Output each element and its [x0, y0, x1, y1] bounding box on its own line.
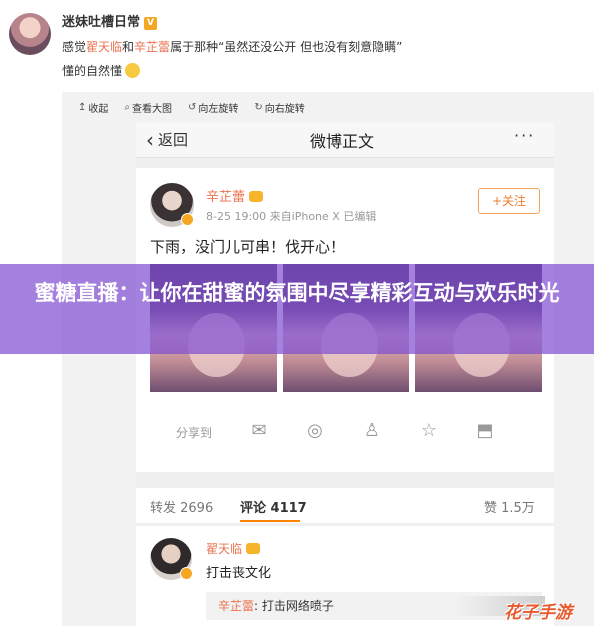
post-text-line2-text: 懂的自然懂 [62, 64, 123, 78]
user-avatar[interactable] [9, 13, 51, 55]
moments-icon[interactable]: ◎ [304, 420, 326, 442]
qq-icon[interactable]: ♙ [361, 420, 383, 442]
more-icon[interactable]: ··· [514, 126, 535, 145]
banner-headline: 蜜糖直播：让你在甜蜜的氛围中尽享精彩互动与欢乐时光 [34, 281, 560, 305]
reply-text: 辛芷蕾: 打击网络喷子 [218, 597, 334, 614]
verified-icon [181, 213, 194, 226]
post-text-suffix: 属于那种“虽然还没公开 但也没有刻意隐瞒” [170, 40, 403, 54]
author-name[interactable]: 辛芷蕾 [206, 186, 264, 205]
page-title: 微博正文 [310, 132, 375, 151]
weibo-post: 迷妹吐槽日常 V 感觉翟天临和辛芷蕾属于那种“虽然还没公开 但也没有刻意隐瞒” 懂… [0, 0, 594, 92]
viewer-toolbar: ↥ 收起 ⌕ 查看大图 ↺ 向左旋转 ↻ 向右旋转 [78, 98, 305, 116]
site-watermark: 花子手游 [504, 603, 572, 623]
comment-text: 打击丧文化 [206, 566, 272, 581]
vip-crown-icon [246, 543, 261, 554]
back-label: 返回 [158, 131, 189, 149]
share-label: 分享到 [176, 426, 213, 440]
tab-like[interactable]: 赞 1.5万 [484, 497, 535, 516]
mention-link-2[interactable]: 辛芷蕾 [134, 40, 170, 54]
rotate-left-button[interactable]: ↺ 向左旋转 [188, 98, 238, 116]
magnifier-icon: ⌕ [124, 101, 130, 113]
collapse-icon: ↥ [78, 101, 87, 113]
post-text: 下雨，没门儿可串！伐开心！ [150, 238, 346, 256]
username[interactable]: 迷妹吐槽日常 V [62, 11, 158, 30]
post-text-line1: 感觉翟天临和辛芷蕾属于那种“虽然还没公开 但也没有刻意隐瞒” [62, 38, 402, 55]
post-meta: 8-25 19:00 来自iPhone X 已编辑 [206, 210, 377, 223]
post-text-prefix: 感觉 [62, 40, 87, 54]
collapse-label: 收起 [88, 103, 109, 115]
post-text-line2: 懂的自然懂 [62, 62, 141, 79]
view-large-button[interactable]: ⌕ 查看大图 [124, 98, 172, 116]
follow-button[interactable]: +关注 [478, 188, 540, 214]
rotate-left-label: 向左旋转 [198, 103, 239, 115]
wechat-icon[interactable]: ✉ [248, 420, 270, 442]
commenter-name-text[interactable]: 翟天临 [206, 542, 242, 556]
rotate-right-icon: ↻ [254, 101, 263, 113]
back-button[interactable]: ‹ 返回 [146, 129, 188, 150]
chevron-left-icon: ‹ [146, 127, 154, 152]
reply-author[interactable]: 辛芷蕾 [218, 599, 254, 613]
commenter-name[interactable]: 翟天临 [206, 540, 261, 557]
rotate-right-button[interactable]: ↻ 向右旋转 [254, 98, 304, 116]
overlay-banner [0, 264, 594, 354]
smirk-emoji-icon [125, 63, 141, 78]
collapse-button[interactable]: ↥ 收起 [78, 98, 108, 116]
rotate-left-icon: ↺ [188, 101, 197, 113]
username-text[interactable]: 迷妹吐槽日常 [62, 15, 140, 30]
author-name-text[interactable]: 辛芷蕾 [206, 190, 245, 205]
verified-icon [180, 567, 193, 580]
reply-content: : 打击网络喷子 [254, 599, 334, 613]
tab-repost[interactable]: 转发 2696 [150, 497, 213, 516]
screenshot-page: 迷妹吐槽日常 V 感觉翟天临和辛芷蕾属于那种“虽然还没公开 但也没有刻意隐瞒” 懂… [0, 0, 594, 626]
verified-badge-icon: V [144, 17, 158, 30]
view-large-label: 查看大图 [132, 103, 172, 115]
tab-comment[interactable]: 评论 4117 [240, 497, 307, 516]
save-image-icon[interactable]: ⬒ [474, 420, 496, 442]
vip-crown-icon [249, 191, 264, 202]
post-text-and: 和 [122, 40, 135, 54]
qzone-icon[interactable]: ☆ [418, 420, 440, 442]
active-tab-indicator [240, 520, 300, 522]
mention-link-1[interactable]: 翟天临 [86, 40, 122, 54]
rotate-right-label: 向右旋转 [264, 103, 305, 115]
